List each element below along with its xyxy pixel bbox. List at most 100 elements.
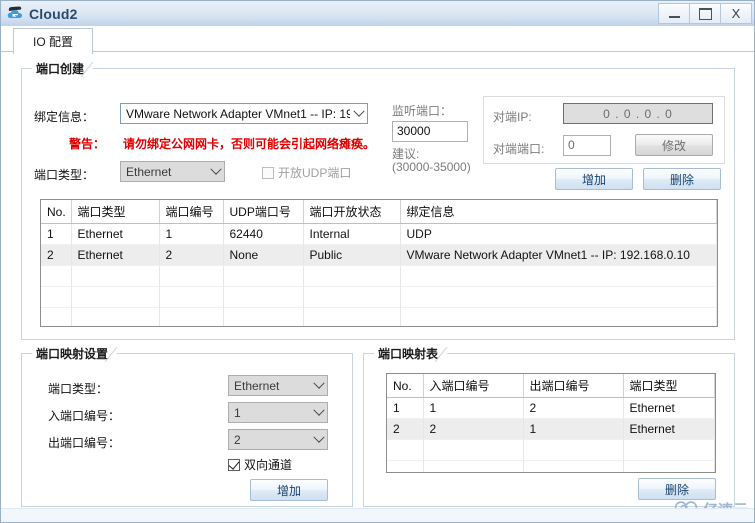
delete-port-button[interactable]: 删除 xyxy=(643,168,721,190)
peer-ip-label: 对端IP: xyxy=(493,110,532,124)
column-header-1: 入端口编号 xyxy=(423,374,524,398)
peer-ip-value: 0 . 0 . 0 . 0 xyxy=(603,106,673,121)
peer-port-input[interactable]: 0 xyxy=(563,135,611,156)
in-port-label: 入端口编号： xyxy=(48,409,121,423)
bind-info-label: 绑定信息： xyxy=(34,110,95,124)
cell-0: 1 xyxy=(41,223,72,245)
cell-1: 2 xyxy=(423,418,524,440)
table-row[interactable]: 2 2 1 Ethernet xyxy=(387,418,715,440)
column-header-2: 端口编号 xyxy=(159,200,224,224)
cloud-icon xyxy=(6,5,26,23)
group-title-slant xyxy=(104,346,118,362)
table-row[interactable]: 1 Ethernet 1 62440 Internal UDP xyxy=(41,223,717,245)
title-bar: Cloud2 X xyxy=(1,1,754,27)
cell-2: 1 xyxy=(159,223,224,245)
tab-strip: IO 配置 xyxy=(1,26,754,54)
checkbox-box xyxy=(228,457,240,471)
port-type-label: 端口类型： xyxy=(34,168,95,182)
table-row-empty[interactable] xyxy=(387,460,715,472)
open-udp-port-checkbox[interactable]: 开放UDP端口 xyxy=(262,164,351,181)
column-header-3: 端口类型 xyxy=(623,374,715,398)
tab-label: IO 配置 xyxy=(32,35,73,49)
table-body: 1 Ethernet 1 62440 Internal UDP 2 Ethernet 2 None… xyxy=(41,223,717,326)
column-header-0: No. xyxy=(387,374,424,398)
table-row-empty[interactable] xyxy=(41,286,717,308)
tab-io-config[interactable]: IO 配置 xyxy=(13,28,93,54)
peer-port-value: 0 xyxy=(568,138,575,152)
close-button[interactable]: X xyxy=(721,3,752,24)
table-row[interactable]: 2 Ethernet 2 None Public VMware Network Adapt… xyxy=(41,244,717,266)
table-row[interactable]: 1 1 2 Ethernet xyxy=(387,397,715,419)
mapping-table-title-text: 端口映射表 xyxy=(378,347,439,361)
column-header-3: UDP端口号 xyxy=(223,200,304,224)
map-port-type-value: Ethernet xyxy=(234,378,280,393)
map-port-type-combo[interactable]: Ethernet xyxy=(228,375,328,396)
table-row-empty[interactable] xyxy=(41,265,717,287)
bind-info-value: VMware Network Adapter VMnet1 -- IP: 192… xyxy=(126,106,350,121)
chevron-down-icon xyxy=(310,403,327,422)
cell-2: 2 xyxy=(159,244,224,266)
map-add-label: 增加 xyxy=(276,483,301,498)
cell-1: Ethernet xyxy=(71,244,160,266)
minimize-icon xyxy=(668,15,680,18)
table-row-empty[interactable] xyxy=(41,307,717,326)
table-row-empty[interactable] xyxy=(387,439,715,461)
group-title-slant xyxy=(80,61,94,77)
out-port-combo[interactable]: 2 xyxy=(228,429,328,450)
chevron-down-icon xyxy=(207,162,224,181)
peer-ip-input[interactable]: 0 . 0 . 0 . 0 xyxy=(563,103,713,124)
table-body: 1 1 2 Ethernet 2 2 1 Ethernet xyxy=(387,397,715,472)
mapping-table-grid: No. 入端口编号 出端口编号 端口类型 1 1 2 Ethernet 2 2 1 Ethernet xyxy=(387,374,715,472)
modify-button[interactable]: 修改 xyxy=(635,134,713,156)
peer-port-label: 对端端口: xyxy=(493,142,545,156)
footer-strip xyxy=(1,508,754,522)
close-icon: X xyxy=(731,6,741,21)
cell-3: Ethernet xyxy=(623,418,715,440)
cell-3: None xyxy=(223,244,304,266)
out-port-value: 2 xyxy=(234,432,241,447)
cell-0: 2 xyxy=(387,418,424,440)
port-table-grid: No. 端口类型 端口编号 UDP端口号 端口开放状态 绑定信息 1 Ethernet 1 62… xyxy=(41,200,717,326)
suggest-range: (30000-35000) xyxy=(392,160,471,174)
in-port-combo[interactable]: 1 xyxy=(228,402,328,423)
modify-button-label: 修改 xyxy=(661,138,686,153)
window-controls: X xyxy=(658,3,752,24)
mapping-table-group: 端口映射表 No. 入端口编号 出端口编号 端口类型 1 1 2 Ethernet 2 2 1 Et… xyxy=(363,345,735,507)
checkbox-box xyxy=(262,166,274,179)
mapping-delete-button[interactable]: 删除 xyxy=(638,478,716,500)
bidirectional-checkbox[interactable]: 双向通道 xyxy=(228,456,292,473)
port-table[interactable]: No. 端口类型 端口编号 UDP端口号 端口开放状态 绑定信息 1 Ethernet 1 62… xyxy=(40,199,718,327)
maximize-button[interactable] xyxy=(690,3,721,24)
cell-3: Ethernet xyxy=(623,397,715,419)
listen-port-input[interactable]: 30000 xyxy=(392,121,468,142)
out-port-label: 出端口编号： xyxy=(48,436,121,450)
column-header-0: No. xyxy=(41,200,72,224)
mapping-table[interactable]: No. 入端口编号 出端口编号 端口类型 1 1 2 Ethernet 2 2 1 Ethernet xyxy=(386,373,716,473)
cell-4: Public xyxy=(303,244,401,266)
cloud2-window: Cloud2 X IO 配置 端口创建 绑定信息： VMware Network… xyxy=(0,0,755,523)
add-port-button[interactable]: 增加 xyxy=(555,168,633,190)
port-create-title-text: 端口创建 xyxy=(36,62,85,76)
map-add-button[interactable]: 增加 xyxy=(250,479,328,501)
chevron-down-icon xyxy=(310,430,327,449)
listen-port-value: 30000 xyxy=(397,124,431,138)
cell-1: 1 xyxy=(423,397,524,419)
delete-port-label: 删除 xyxy=(669,172,694,187)
port-type-value: Ethernet xyxy=(126,164,172,179)
minimize-button[interactable] xyxy=(658,3,690,24)
open-udp-port-label: 开放UDP端口 xyxy=(278,166,352,180)
maximize-icon xyxy=(698,7,712,20)
bidirectional-label: 双向通道 xyxy=(244,458,293,472)
map-port-type-label: 端口类型： xyxy=(48,382,109,396)
cell-2: 1 xyxy=(523,418,624,440)
cell-0: 1 xyxy=(387,397,424,419)
chevron-down-icon xyxy=(350,104,367,123)
port-mapping-title-text: 端口映射设置 xyxy=(36,347,109,361)
port-create-title: 端口创建 xyxy=(32,60,94,77)
table-header-row: No. 端口类型 端口编号 UDP端口号 端口开放状态 绑定信息 xyxy=(41,200,717,224)
in-port-value: 1 xyxy=(234,405,241,420)
cell-0: 2 xyxy=(41,244,72,266)
port-type-combo[interactable]: Ethernet xyxy=(120,161,225,182)
bind-info-combo[interactable]: VMware Network Adapter VMnet1 -- IP: 192… xyxy=(120,103,368,124)
column-header-5: 绑定信息 xyxy=(400,200,717,224)
